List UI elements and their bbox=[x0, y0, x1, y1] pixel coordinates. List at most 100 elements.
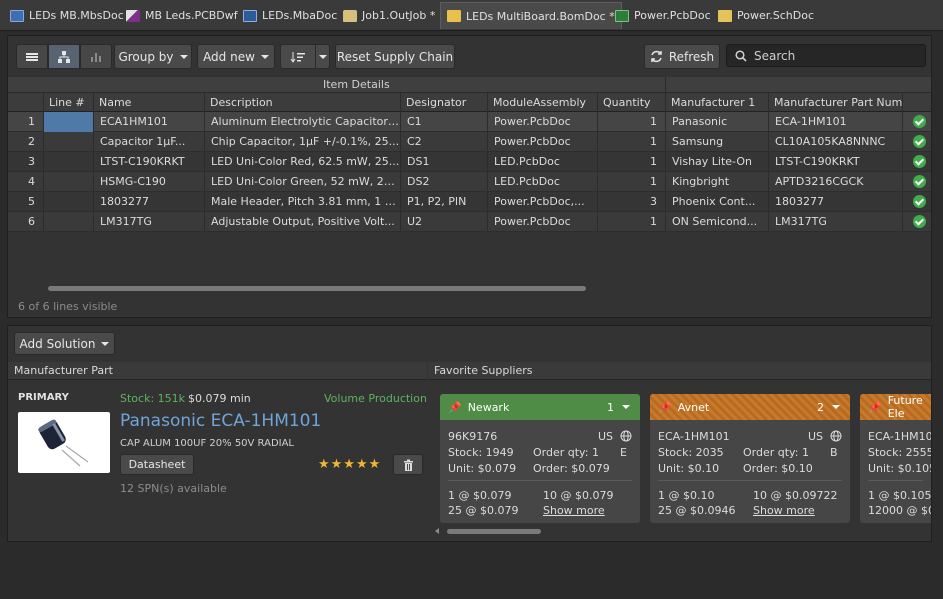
cell-description: Adjustable Output, Positive Volt... bbox=[204, 212, 400, 232]
cell-status bbox=[902, 112, 931, 132]
scroll-left-arrow-icon[interactable] bbox=[435, 528, 439, 534]
cell-quantity: 1 bbox=[597, 112, 665, 132]
cell-line-number: 2 bbox=[28, 135, 35, 148]
tab-power-schdoc[interactable]: Power.SchDoc bbox=[712, 3, 820, 28]
chevron-down-icon bbox=[260, 54, 269, 59]
variant-view-button[interactable] bbox=[80, 44, 112, 69]
outjob-icon bbox=[343, 9, 357, 22]
col-header-manufacturer-part-number[interactable]: Manufacturer Part Numb bbox=[768, 93, 902, 112]
supplier-card-avnet[interactable]: 📌 Avnet 2 ECA-1HM101 US Stock: 2035 Orde… bbox=[650, 394, 850, 523]
supplier-sku-link[interactable]: ECA-1HM101 bbox=[658, 430, 730, 443]
grid-horizontal-scrollbar[interactable] bbox=[48, 284, 928, 293]
reset-supply-chain-button[interactable]: Reset Supply Chain bbox=[335, 44, 455, 69]
cell-designator: DS2 bbox=[400, 172, 487, 192]
col-header-quantity[interactable]: Quantity bbox=[597, 93, 665, 112]
table-row[interactable]: 3 LTST-C190KRKT LED Uni-Color Red, 62.5 mW… bbox=[8, 152, 931, 172]
show-more-link[interactable]: Show more bbox=[753, 504, 815, 517]
pin-icon: 📌 bbox=[658, 400, 672, 414]
table-row[interactable]: 5 1803277 Male Header, Pitch 3.81 mm, 1 x.… bbox=[8, 192, 931, 212]
tab-job1-outjob[interactable]: Job1.OutJob * bbox=[337, 3, 441, 28]
group-header-label: Item Details bbox=[323, 78, 390, 91]
delete-solution-button[interactable] bbox=[393, 454, 423, 475]
search-input[interactable]: Search bbox=[726, 44, 926, 67]
add-new-dropdown[interactable]: Add new bbox=[197, 44, 275, 69]
part-description: CAP ALUM 100UF 20% 50V RADIAL bbox=[120, 438, 295, 449]
sort-button[interactable] bbox=[280, 44, 316, 69]
supplier-sku-link[interactable]: ECA-1HM10 bbox=[868, 430, 931, 443]
datasheet-button[interactable]: Datasheet bbox=[120, 454, 194, 475]
supplier-grade: B bbox=[830, 446, 838, 459]
base-view-button[interactable] bbox=[48, 44, 80, 69]
table-row[interactable]: 1 ECA1HM101 Aluminum Electrolytic Capacito… bbox=[8, 112, 931, 132]
datasheet-label: Datasheet bbox=[128, 458, 186, 471]
pcb-drawing-icon bbox=[126, 9, 140, 22]
sort-icon bbox=[290, 51, 305, 63]
supplier-order-qty: Order qty: 1 bbox=[743, 446, 809, 459]
cell-name: ECA1HM101 bbox=[93, 112, 204, 132]
col-header-description[interactable]: Description bbox=[204, 93, 400, 112]
cell-line-number: 1 bbox=[28, 115, 35, 128]
supplier-order-price: Order: $0.079 bbox=[533, 462, 610, 475]
group-by-label: Group by bbox=[118, 49, 174, 64]
cell-manufacturer-part-number: CL10A105KA8NNNC bbox=[768, 132, 902, 152]
cell-module-assembly: Power.PcbDoc,... bbox=[487, 192, 597, 212]
cell-selector bbox=[43, 112, 93, 132]
cell-module-assembly: Power.PcbDoc bbox=[487, 112, 597, 132]
show-more-link[interactable]: Show more bbox=[543, 504, 605, 517]
chevron-down-icon[interactable] bbox=[832, 405, 840, 409]
col-header-designator[interactable]: Designator bbox=[400, 93, 487, 112]
status-ok-icon bbox=[913, 214, 926, 228]
tab-leds-multiboard-bomdoc[interactable]: LEDs MultiBoard.BomDoc * bbox=[440, 2, 622, 29]
cell-status bbox=[902, 172, 931, 192]
cell-status bbox=[902, 212, 931, 232]
status-ok-icon bbox=[913, 174, 926, 188]
rating-stars: ★★★★★ bbox=[318, 457, 382, 472]
price-break-1: 1 @ $0.079 bbox=[448, 489, 512, 502]
col-header-name[interactable]: Name bbox=[93, 93, 204, 112]
reset-supply-chain-label: Reset Supply Chain bbox=[336, 49, 454, 64]
flat-view-button[interactable] bbox=[16, 44, 48, 69]
col-header-line[interactable]: Line # bbox=[43, 93, 93, 112]
cell-line-number: 3 bbox=[28, 155, 35, 168]
cell-manufacturer-part-number: ECA-1HM101 bbox=[768, 112, 902, 132]
tab-label: Power.SchDoc bbox=[737, 9, 814, 22]
scrollbar-thumb[interactable] bbox=[48, 286, 586, 291]
refresh-button[interactable]: Refresh bbox=[644, 44, 720, 69]
bom-doc-icon bbox=[447, 10, 461, 22]
group-by-dropdown[interactable]: Group by bbox=[114, 44, 192, 69]
globe-icon[interactable] bbox=[620, 430, 632, 442]
scrollbar-thumb[interactable] bbox=[447, 529, 541, 534]
tab-leds-mb-mbsdoc[interactable]: LEDs MB.MbsDoc bbox=[4, 3, 130, 28]
part-title-link[interactable]: Panasonic ECA-1HM101 bbox=[120, 411, 321, 431]
supplier-card-newark[interactable]: 📌 Newark 1 96K9176 US Stock: 1949 Order … bbox=[440, 394, 640, 523]
suppliers-horizontal-scrollbar[interactable] bbox=[435, 527, 931, 535]
sort-dropdown-button[interactable] bbox=[315, 44, 330, 69]
add-solution-dropdown[interactable]: Add Solution bbox=[14, 332, 115, 355]
tab-mb-leds-pcbdwf[interactable]: MB Leds.PCBDwf bbox=[120, 3, 244, 28]
supplier-header: 📌 Avnet 2 bbox=[650, 394, 850, 420]
price-break-1: 1 @ $0.105 bbox=[868, 489, 931, 502]
divider bbox=[658, 480, 842, 481]
col-header-manufacturer-1[interactable]: Manufacturer 1 bbox=[665, 93, 768, 112]
tab-leds-mbadoc[interactable]: LEDs.MbaDoc bbox=[237, 3, 343, 28]
cell-line-number: 6 bbox=[28, 215, 35, 228]
table-row[interactable]: 2 Capacitor 1μF... Chip Capacitor, 1μF +/-… bbox=[8, 132, 931, 152]
supplier-unit-price: Unit: $0.079 bbox=[448, 462, 517, 475]
table-row[interactable]: 6 LM317TG Adjustable Output, Positive Volt… bbox=[8, 212, 931, 232]
globe-icon[interactable] bbox=[830, 430, 842, 442]
price-break-2: 10 @ $0.09722 bbox=[753, 489, 838, 502]
cell-description: Male Header, Pitch 3.81 mm, 1 x... bbox=[204, 192, 400, 212]
col-header-moduleassembly[interactable]: ModuleAssembly bbox=[487, 93, 597, 112]
solutions-panel: Add Solution Manufacturer Part Favorite … bbox=[7, 325, 932, 542]
multiboard-schematic-icon bbox=[10, 9, 24, 22]
refresh-label: Refresh bbox=[668, 49, 715, 64]
supplier-card-future-electronics[interactable]: 📌 Future Ele ECA-1HM10 Stock: 25553 Unit… bbox=[860, 394, 931, 523]
cell-designator: U2 bbox=[400, 212, 487, 232]
supplier-rank: 1 bbox=[607, 400, 614, 414]
supplier-sku-link[interactable]: 96K9176 bbox=[448, 430, 497, 443]
table-row[interactable]: 4 HSMG-C190 LED Uni-Color Green, 52 mW, 20… bbox=[8, 172, 931, 192]
pin-icon: 📌 bbox=[448, 400, 462, 414]
manufacturer-part-header: Manufacturer Part bbox=[8, 362, 427, 380]
tab-power-pcbdoc[interactable]: Power.PcbDoc bbox=[609, 3, 717, 28]
chevron-down-icon[interactable] bbox=[622, 405, 630, 409]
